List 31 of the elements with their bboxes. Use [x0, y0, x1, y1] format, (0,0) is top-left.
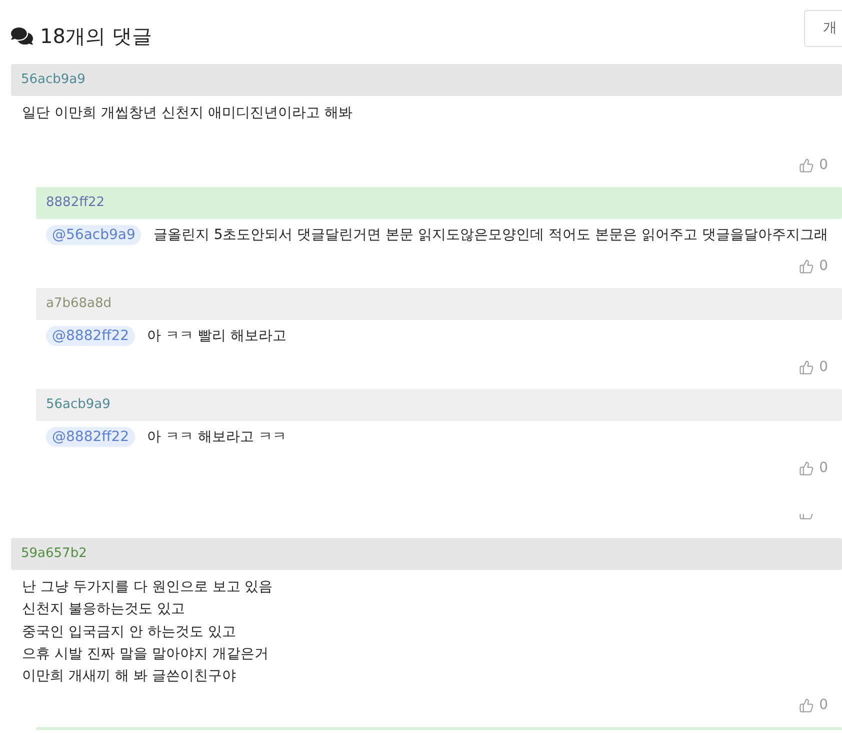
like-button[interactable]: 0	[799, 256, 828, 276]
author-id[interactable]: a7b68a8d	[46, 294, 112, 314]
thumbs-up-icon	[799, 514, 814, 520]
mention-tag[interactable]: @8882ff22	[46, 326, 136, 346]
like-button[interactable]: 0	[799, 155, 828, 175]
mention-tag[interactable]: @56acb9a9	[46, 225, 142, 245]
thumbs-up-icon	[799, 158, 814, 172]
comment-text: 신천지 불응하는것도 있고	[22, 600, 186, 620]
comment-text: 이만희 개새끼 해 봐 글쓴이친구야	[22, 667, 237, 686]
thumbs-up-icon	[799, 360, 814, 374]
author-id[interactable]: 59a657b2	[21, 544, 87, 564]
like-button[interactable]: 0	[799, 695, 828, 716]
reply-text: 아 ㅋㅋ 빨리 해보라고	[147, 326, 286, 346]
comment-text: 난 그냥 두가지를 다 원인으로 보고 있음	[22, 578, 274, 597]
comment-text: 중국인 입국금지 안 하는것도 있고	[22, 622, 237, 642]
like-button[interactable]: 0	[799, 357, 828, 377]
comments-icon	[11, 25, 33, 47]
comment-text: 으휴 시발 진짜 말을 말아야지 개같은거	[22, 644, 270, 664]
sort-button[interactable]: 개	[804, 10, 842, 47]
thumbs-up-icon	[799, 258, 814, 274]
author-id[interactable]: 8882ff22	[46, 193, 105, 213]
reply-text: 아 ㅋㅋ 해보라고 ㅋㅋ	[147, 428, 286, 446]
comments-title: 18개의 댓글	[40, 24, 152, 48]
like-button[interactable]: 0	[799, 458, 828, 478]
author-id[interactable]: 56acb9a9	[21, 70, 86, 90]
mention-tag[interactable]: @8882ff22	[46, 427, 136, 447]
reply-text: 글올린지 5초도안되서 댓글달린거면 본문 읽지도않은모양인데 적어도 본문은 읽어주고 댓글을달아주지그래	[153, 226, 828, 244]
thumbs-up-icon	[799, 460, 814, 476]
thumbs-up-icon	[799, 698, 814, 713]
comment-text: 일단 이만희 개씹창년 신천지 애미디진년이라고 해봐	[22, 104, 354, 123]
author-id[interactable]: 56acb9a9	[46, 395, 110, 415]
